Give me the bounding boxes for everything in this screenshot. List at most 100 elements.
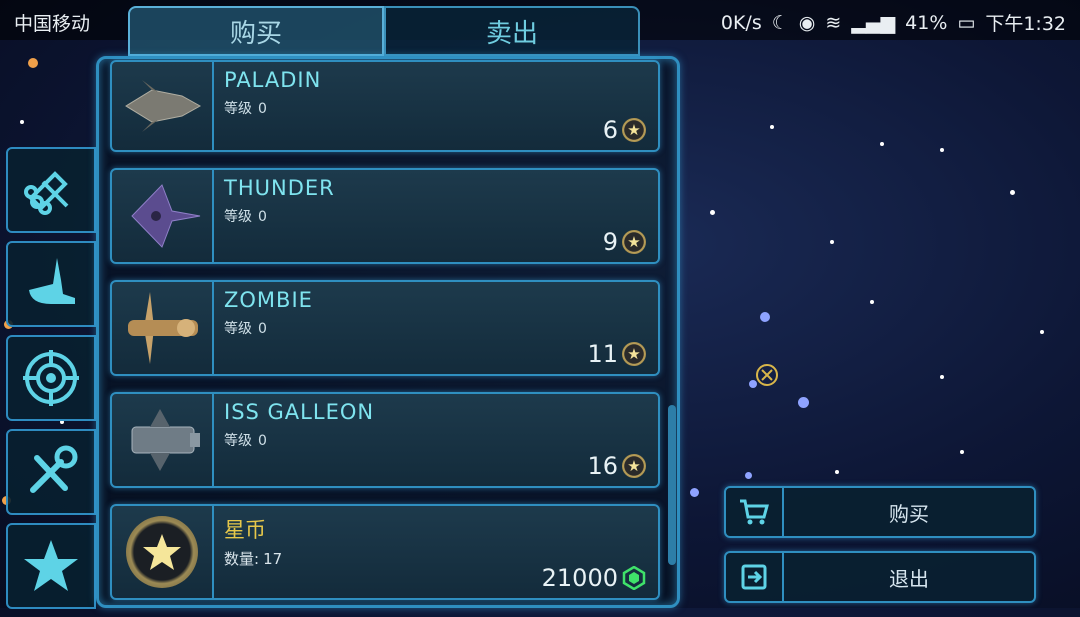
clock: 下午1:32 [985,13,1066,35]
level-value: 0 [258,321,267,337]
buy-button-label: 购买 [889,501,929,526]
star-coin-large-icon [126,516,198,588]
star-dot [940,148,944,152]
exit-button[interactable]: 退出 [724,551,1036,603]
item-level: 等级 0 [224,430,267,450]
star-dot [760,312,770,322]
price-value: 6 [602,116,618,144]
star-dot [870,300,874,304]
star-dot [28,58,38,68]
star-icon [24,540,78,591]
item-thumbnail [112,282,214,374]
category-tab-wings[interactable] [6,241,96,327]
exit-icon [726,553,784,601]
shop-item-star-coins[interactable]: 星币 数量: 17 21000 [110,504,660,600]
shop-tabs: 购买 卖出 [128,6,640,56]
price-value: 16 [587,452,618,480]
level-value: 0 [258,101,267,117]
level-label: 等级 [224,101,252,117]
shop-item-iss-galleon[interactable]: ISS GALLEON 等级 0 16 ★ [110,392,660,488]
star-dot [710,210,715,215]
battery-icon: ▭ [957,11,976,34]
cart-icon [726,488,784,536]
item-price: 16 ★ [587,452,646,480]
tab-sell[interactable]: 卖出 [384,6,640,56]
tab-buy[interactable]: 购买 [128,6,384,56]
currency-name: 星币 [224,518,266,542]
item-name: ISS GALLEON [224,400,375,424]
shop-item-thunder[interactable]: THUNDER 等级 0 9 ★ [110,168,660,264]
buy-button[interactable]: 购买 [724,486,1036,538]
price-value: 11 [587,340,618,368]
wifi-icon: ≋ [825,11,842,34]
star-dot [960,450,964,454]
exit-button-label: 退出 [889,566,929,591]
star-dot [20,120,24,124]
map-marker-icon[interactable] [754,362,780,388]
item-price: 9 ★ [603,228,646,256]
star-dot [835,470,839,474]
tools-icon [30,445,78,493]
ammo-icon [24,171,69,215]
level-value: 0 [258,209,267,225]
green-gem-icon [622,566,646,590]
item-price: 21000 [542,564,646,592]
eye-icon: ◉ [798,11,816,34]
price-value: 21000 [541,564,618,592]
status-indicators: 0K/s ☾ ◉ ≋ ▂▄▆ 41% ▭ 下午1:32 [721,9,1066,36]
star-dot [1010,190,1015,195]
target-icon [23,350,79,406]
item-level: 等级 0 [224,98,267,118]
item-thumbnail [112,506,214,598]
star-icon [143,534,181,570]
level-label: 等级 [224,209,252,225]
carrier-label: 中国移动 [14,13,91,35]
thunder-ship-icon [131,184,201,248]
paladin-ship-icon [125,80,202,132]
item-level: 等级 0 [224,318,267,338]
price-value: 9 [602,228,618,256]
signal-icon: ▂▄▆ [851,11,896,34]
star-dot [880,142,884,146]
star-coin-icon: ★ [622,342,646,366]
star-coin-icon: ★ [622,118,646,142]
item-thumbnail [112,62,214,150]
shop-item-paladin[interactable]: PALADIN 等级 0 6 ★ [110,60,660,152]
quantity-value: 17 [263,550,283,568]
star-dot [745,472,752,479]
wing-icon [29,258,75,304]
item-name: ZOMBIE [224,288,313,312]
level-label: 等级 [224,433,252,449]
list-scrollbar[interactable] [668,405,676,565]
star-coin-icon: ★ [622,454,646,478]
star-coin-icon: ★ [622,230,646,254]
item-price: 6 ★ [603,116,646,144]
item-thumbnail [112,394,214,486]
shop-item-list: PALADIN 等级 0 6 ★ THUNDER 等级 0 9 ★ ZOMBIE… [110,60,660,616]
level-value: 0 [258,433,267,449]
star-dot [940,375,944,379]
star-dot [1040,330,1044,334]
zombie-ship-icon [128,292,198,364]
quantity-label: 数量: [224,550,260,568]
item-name: PALADIN [224,68,322,92]
category-tab-premium[interactable] [6,523,96,609]
item-thumbnail [112,170,214,262]
galleon-ship-icon [131,409,200,471]
star-dot [830,240,834,244]
star-dot [690,488,699,497]
item-name: THUNDER [224,176,335,200]
level-label: 等级 [224,321,252,337]
network-speed: 0K/s [720,11,762,34]
moon-icon: ☾ [771,11,789,34]
item-price: 11 ★ [587,340,646,368]
category-tab-weapons[interactable] [6,335,96,421]
shop-item-zombie[interactable]: ZOMBIE 等级 0 11 ★ [110,280,660,376]
star-dot [770,125,774,129]
item-level: 等级 0 [224,206,267,226]
currency-quantity: 数量: 17 [224,548,282,569]
category-tab-ammo[interactable] [6,147,96,233]
star-dot [798,397,809,408]
category-sidebar [6,147,96,617]
category-tab-tools[interactable] [6,429,96,515]
